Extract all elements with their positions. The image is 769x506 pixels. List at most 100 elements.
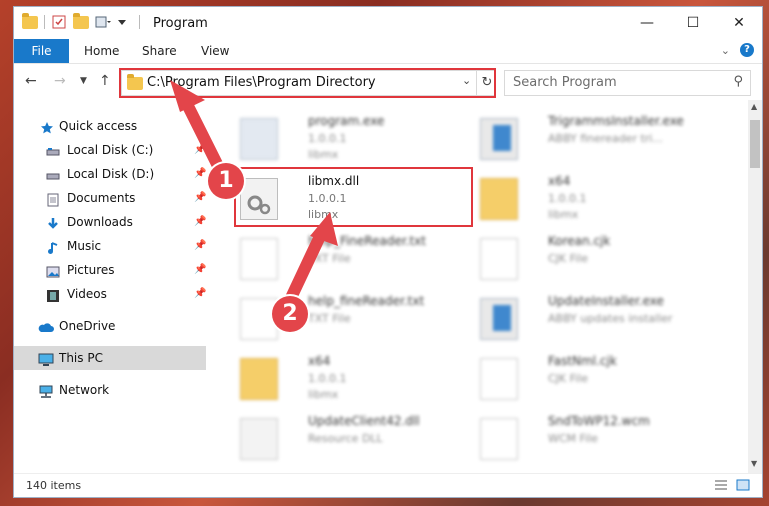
chevron-down-icon[interactable]	[117, 15, 133, 29]
step-1-badge: 1	[208, 163, 244, 199]
explorer-window: Program — ☐ ✕ File Home Share View ⌄ ? ←…	[14, 7, 762, 497]
minimize-button[interactable]: —	[624, 7, 670, 39]
sidebar-item-label: Local Disk (D:)	[67, 167, 155, 181]
pin-icon[interactable]: 📌	[194, 282, 206, 306]
back-icon[interactable]: ←	[25, 73, 37, 89]
details-view-icon[interactable]	[714, 479, 728, 491]
sidebar-item-videos[interactable]: Videos 📌	[14, 282, 206, 306]
folder-icon	[480, 178, 518, 220]
sidebar-item-label: Videos	[67, 287, 107, 301]
new-folder-icon[interactable]	[73, 12, 89, 29]
file-description: libmx	[308, 388, 339, 401]
sidebar-item-label: OneDrive	[59, 319, 116, 333]
file-item[interactable]: program.exe 1.0.0.1 libmx	[232, 110, 462, 166]
videos-icon	[46, 287, 60, 302]
file-item[interactable]: UpdateInstaller.exe ABBY updates install…	[472, 290, 702, 346]
large-icons-view-icon[interactable]	[736, 479, 750, 491]
download-icon	[46, 215, 60, 229]
sidebar-item-documents[interactable]: Documents 📌	[14, 186, 206, 210]
file-name: FastNml.cjk	[548, 354, 617, 368]
search-icon[interactable]: ⚲	[733, 74, 743, 89]
search-input[interactable]: Search Program ⚲	[504, 70, 751, 96]
file-item[interactable]: Korean.cjk CJK File	[472, 230, 702, 286]
maximize-button[interactable]: ☐	[670, 7, 716, 39]
tab-file[interactable]: File	[14, 39, 69, 63]
navigation-pane: Quick access Local Disk (C:) 📌 Local Dis…	[14, 100, 210, 473]
scroll-down-icon[interactable]: ▼	[751, 459, 757, 468]
navigation-bar: ← → ▼ ↑ C:\Program Files\Program Directo…	[14, 64, 762, 100]
network-icon	[38, 383, 53, 398]
pin-icon[interactable]: 📌	[194, 258, 206, 282]
tab-view[interactable]: View	[201, 39, 229, 63]
file-version: 1.0.0.1	[308, 372, 347, 385]
sidebar-item-local-disk-c[interactable]: Local Disk (C:) 📌	[14, 138, 206, 162]
sidebar-item-label: Music	[67, 239, 102, 253]
folder-icon	[240, 358, 278, 400]
vertical-scrollbar[interactable]: ▲ ▼	[748, 100, 762, 473]
customize-icon[interactable]	[95, 15, 111, 29]
pin-icon[interactable]: 📌	[194, 162, 206, 186]
file-name: x64	[308, 354, 331, 368]
recent-locations-icon[interactable]: ▼	[80, 76, 87, 86]
sidebar-item-label: Documents	[67, 191, 136, 205]
status-bar: 140 items	[14, 473, 762, 497]
pictures-icon	[46, 263, 60, 278]
title-bar: Program — ☐ ✕	[14, 7, 762, 39]
file-item[interactable]: UpdateClient42.dll Resource DLL	[232, 410, 462, 466]
sidebar-item-this-pc[interactable]: This PC	[14, 346, 206, 370]
file-name: program.exe	[308, 114, 385, 128]
sidebar-item-local-disk-d[interactable]: Local Disk (D:) 📌	[14, 162, 206, 186]
pin-icon[interactable]: 📌	[194, 210, 206, 234]
exe-file-icon	[240, 118, 278, 160]
file-item[interactable]: SndToWP12.wcm WCM File	[472, 410, 702, 466]
file-version: 1.0.0.1	[308, 132, 347, 145]
file-icon	[480, 358, 518, 400]
music-icon	[46, 239, 60, 254]
pc-icon	[38, 351, 54, 366]
file-highlight-box	[234, 167, 473, 227]
file-item[interactable]: help_fineReader.txt TXT File	[232, 290, 462, 346]
file-item[interactable]: FastNml.cjk CJK File	[472, 350, 702, 406]
sidebar-item-network[interactable]: Network	[14, 378, 206, 402]
search-placeholder: Search Program	[513, 75, 617, 90]
sidebar-item-label: Downloads	[67, 215, 133, 229]
pin-icon[interactable]: 📌	[194, 186, 206, 210]
file-description: libmx	[548, 208, 579, 221]
file-item[interactable]: x64 1.0.0.1 libmx	[232, 350, 462, 406]
forward-icon[interactable]: →	[54, 73, 66, 89]
file-item[interactable]: help_FineReader.txt TXT File	[232, 230, 462, 286]
cloud-icon	[38, 319, 54, 333]
installer-icon	[480, 118, 518, 160]
pin-icon[interactable]: 📌	[194, 234, 206, 258]
file-type: CJK File	[548, 252, 589, 265]
sidebar-item-pictures[interactable]: Pictures 📌	[14, 258, 206, 282]
documents-icon	[46, 191, 60, 207]
tab-share[interactable]: Share	[142, 39, 177, 63]
sidebar-item-quick-access[interactable]: Quick access	[14, 114, 206, 138]
scroll-up-icon[interactable]: ▲	[751, 102, 757, 111]
sidebar-item-downloads[interactable]: Downloads 📌	[14, 210, 206, 234]
file-name: UpdateInstaller.exe	[548, 294, 664, 308]
pin-icon[interactable]: 📌	[194, 138, 206, 162]
file-description: ABBY finereader tri...	[548, 132, 663, 145]
properties-icon[interactable]	[51, 15, 67, 29]
expand-ribbon-icon[interactable]: ⌄	[721, 44, 730, 57]
tab-home[interactable]: Home	[84, 39, 119, 63]
file-item[interactable]: x64 1.0.0.1 libmx	[472, 170, 702, 226]
sidebar-item-music[interactable]: Music 📌	[14, 234, 206, 258]
file-name: help_fineReader.txt	[308, 294, 425, 308]
close-button[interactable]: ✕	[716, 7, 762, 39]
sidebar-item-label: Quick access	[59, 119, 138, 133]
scroll-thumb[interactable]	[750, 120, 760, 168]
file-name: x64	[548, 174, 571, 188]
file-version: 1.0.0.1	[548, 192, 587, 205]
file-list: program.exe 1.0.0.1 libmx TrigrammsInsta…	[210, 100, 748, 473]
file-item[interactable]: TrigrammsInstaller.exe ABBY finereader t…	[472, 110, 702, 166]
up-icon[interactable]: ↑	[99, 73, 111, 89]
file-icon	[480, 238, 518, 280]
file-type: WCM File	[548, 432, 598, 445]
file-type: CJK File	[548, 372, 589, 385]
star-icon	[40, 119, 54, 134]
help-icon[interactable]: ?	[740, 43, 754, 57]
sidebar-item-onedrive[interactable]: OneDrive	[14, 314, 206, 338]
